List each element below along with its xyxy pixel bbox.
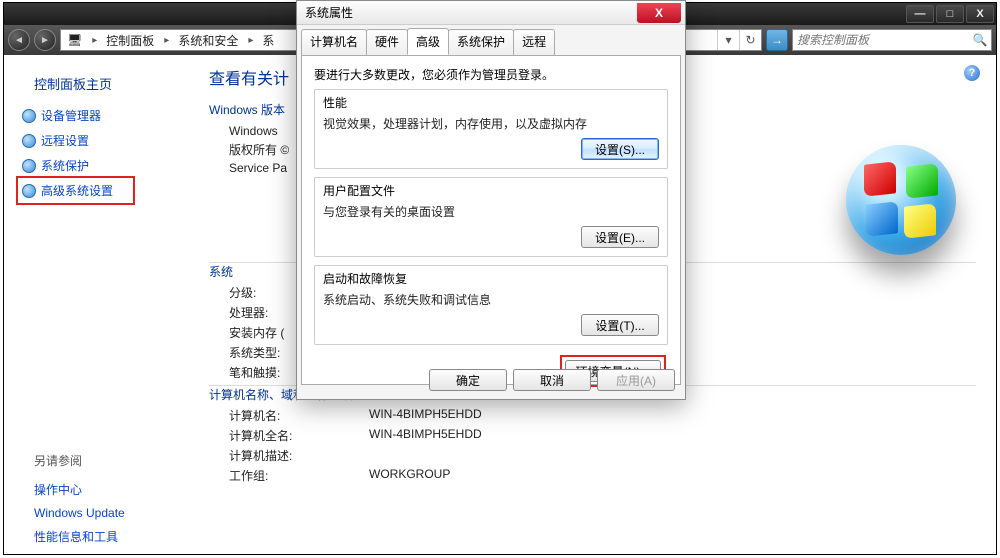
row-computer-description: 计算机描述: [229,447,976,464]
group-desc: 视觉效果，处理器计划，内存使用，以及虚拟内存 [323,115,659,132]
shield-icon [22,134,36,148]
sidebar: 控制面板主页 设备管理器 远程设置 系统保护 高级系统设置 另请参阅 操作中心 … [4,55,194,554]
forward-button[interactable]: ► [34,29,56,51]
row-computer-name: 计算机名:WIN-4BIMPH5EHDD [229,407,976,424]
group-title: 性能 [323,94,659,111]
address-go-button[interactable]: → [766,29,788,51]
performance-settings-button[interactable]: 设置(S)... [581,138,659,160]
back-button[interactable]: ◄ [8,29,30,51]
system-properties-dialog: 系统属性 X 计算机名 硬件 高级 系统保护 远程 要进行大多数更改，您必须作为… [296,0,686,400]
dialog-title: 系统属性 [305,4,353,21]
chevron-right-icon: ▸ [161,35,172,46]
shield-icon [22,184,36,198]
breadcrumb-system-security[interactable]: 系统和安全 [172,32,245,49]
breadcrumb-control-panel[interactable]: 控制面板 [100,32,161,49]
help-icon[interactable]: ? [964,65,980,81]
breadcrumb-root-icon[interactable]: 🖥 [61,33,89,47]
group-desc: 系统启动、系统失败和调试信息 [323,291,659,308]
breadcrumb-dropdown[interactable]: ▾ [717,30,739,50]
chevron-right-icon: ▸ [245,35,256,46]
dialog-titlebar[interactable]: 系统属性 X [297,1,685,25]
group-title: 用户配置文件 [323,182,659,199]
shield-icon [22,159,36,173]
see-also-action-center[interactable]: 操作中心 [34,477,194,502]
tab-system-protection[interactable]: 系统保护 [448,29,514,56]
maximize-button[interactable]: □ [936,5,964,23]
group-desc: 与您登录有关的桌面设置 [323,203,659,220]
search-icon[interactable]: 🔍 [969,33,991,47]
startup-recovery-settings-button[interactable]: 设置(T)... [581,314,659,336]
group-user-profiles: 用户配置文件 与您登录有关的桌面设置 设置(E)... [314,177,668,257]
row-workgroup: 工作组:WORKGROUP [229,467,976,484]
sidebar-item-label: 高级系统设置 [41,182,113,199]
minimize-button[interactable]: — [906,5,934,23]
windows-logo [836,145,966,285]
group-startup-recovery: 启动和故障恢复 系统启动、系统失败和调试信息 设置(T)... [314,265,668,345]
close-button[interactable]: X [966,5,994,23]
sidebar-item-label: 设备管理器 [41,107,101,124]
shield-icon [22,109,36,123]
see-also-title: 另请参阅 [34,452,194,469]
row-full-computer-name: 计算机全名:WIN-4BIMPH5EHDD [229,427,976,444]
tab-panel-advanced: 要进行大多数更改，您必须作为管理员登录。 性能 视觉效果，处理器计划，内存使用，… [301,55,681,385]
sidebar-item-remote-settings[interactable]: 远程设置 [4,128,194,153]
refresh-button[interactable]: ↻ [739,30,761,50]
see-also-windows-update[interactable]: Windows Update [34,502,194,524]
cancel-button[interactable]: 取消 [513,369,591,391]
group-title: 启动和故障恢复 [323,270,659,287]
sidebar-item-label: 系统保护 [41,157,89,174]
see-also-section: 另请参阅 操作中心 Windows Update 性能信息和工具 [4,452,194,549]
admin-note: 要进行大多数更改，您必须作为管理员登录。 [314,66,668,83]
sidebar-item-label: 远程设置 [41,132,89,149]
chevron-right-icon: ▸ [89,35,100,46]
user-profiles-settings-button[interactable]: 设置(E)... [581,226,659,248]
dialog-button-row: 确定 取消 应用(A) [307,369,675,391]
search-box[interactable]: 🔍 [792,29,992,51]
dialog-close-button[interactable]: X [637,3,681,23]
sidebar-home-link[interactable]: 控制面板主页 [4,70,194,103]
breadcrumb-system[interactable]: 系 [256,32,281,49]
tab-remote[interactable]: 远程 [513,29,555,56]
tab-advanced[interactable]: 高级 [407,28,449,55]
tab-hardware[interactable]: 硬件 [366,29,408,56]
sidebar-item-device-manager[interactable]: 设备管理器 [4,103,194,128]
sidebar-item-advanced-system-settings[interactable]: 高级系统设置 [18,178,133,203]
apply-button[interactable]: 应用(A) [597,369,675,391]
tab-strip: 计算机名 硬件 高级 系统保护 远程 [297,25,685,55]
see-also-performance-info[interactable]: 性能信息和工具 [34,524,194,549]
tab-computer-name[interactable]: 计算机名 [301,29,367,56]
ok-button[interactable]: 确定 [429,369,507,391]
group-performance: 性能 视觉效果，处理器计划，内存使用，以及虚拟内存 设置(S)... [314,89,668,169]
sidebar-item-system-protection[interactable]: 系统保护 [4,153,194,178]
search-input[interactable] [793,33,969,47]
